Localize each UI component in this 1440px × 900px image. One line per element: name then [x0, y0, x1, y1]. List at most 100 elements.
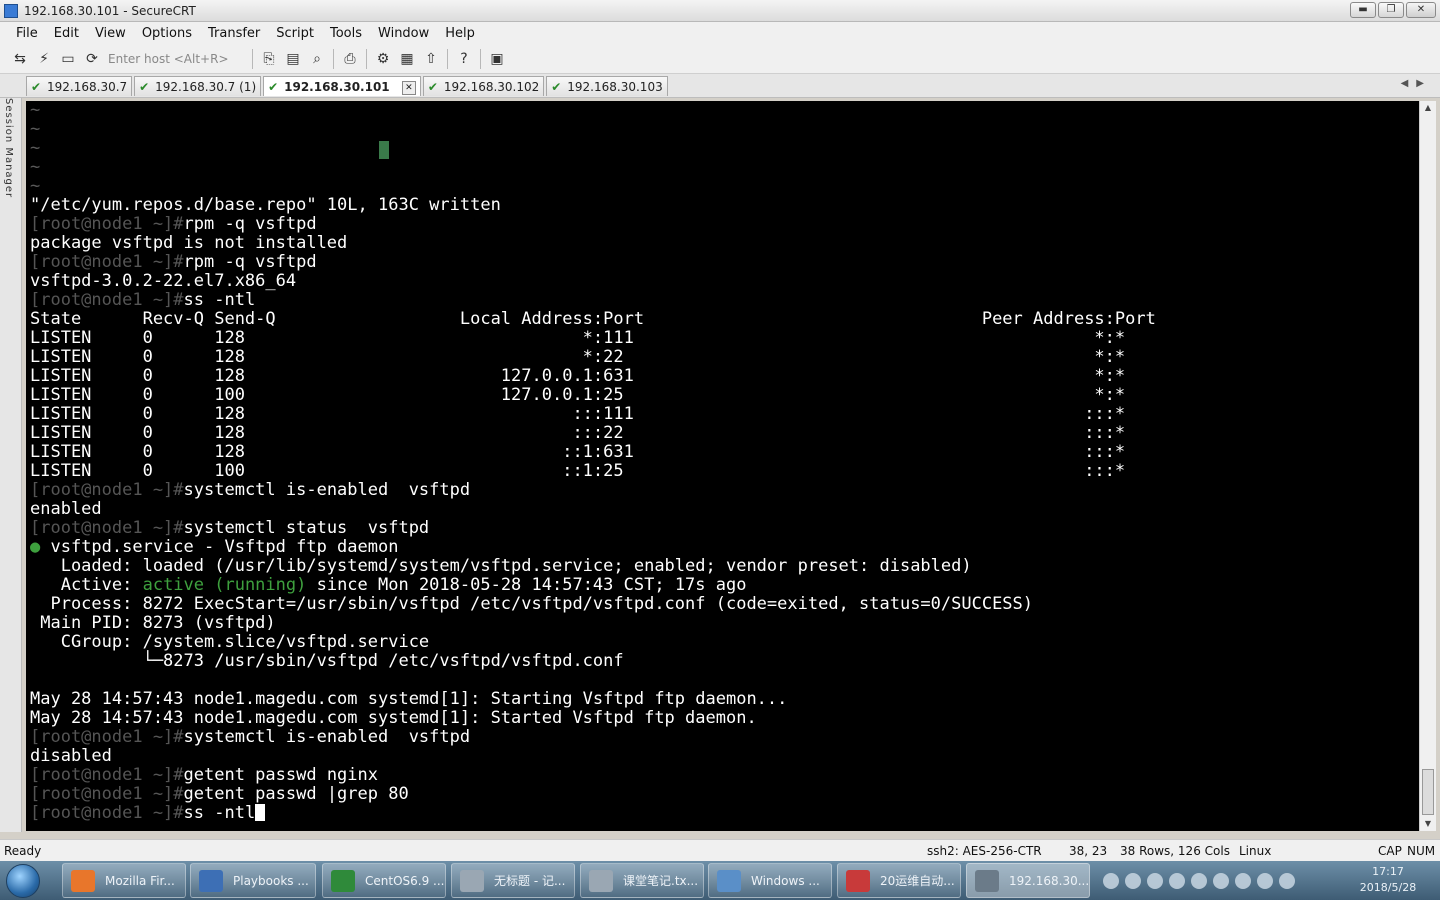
connected-check-icon: ✔ [31, 80, 42, 94]
tray-icon[interactable] [1213, 872, 1229, 889]
status-num-lock: NUM [1407, 844, 1436, 858]
vim-tilde-line: ~ [30, 119, 41, 139]
menu-tools[interactable]: Tools [322, 26, 370, 41]
shell-prompt: [root@node1 ~]# [30, 214, 184, 234]
shell-prompt: [root@node1 ~]# [30, 252, 184, 272]
output-line: since Mon 2018-05-28 14:57:43 CST; 17s a… [306, 575, 747, 595]
tray-icon[interactable] [1103, 872, 1119, 889]
securecrt-icon [975, 870, 999, 892]
menu-help[interactable]: Help [437, 26, 483, 41]
start-button[interactable] [6, 864, 40, 898]
status-cursor-position: 38, 23 [1069, 844, 1108, 858]
print-icon[interactable]: ⎙ [340, 49, 360, 69]
output-line: Loaded: loaded (/usr/lib/systemd/system/… [30, 556, 972, 576]
shell-prompt: [root@node1 ~]# [30, 765, 184, 785]
menu-edit[interactable]: Edit [46, 26, 87, 41]
keymap-icon[interactable]: ▦ [397, 49, 417, 69]
tray-icon[interactable] [1125, 872, 1141, 889]
menu-file[interactable]: File [8, 26, 46, 41]
connected-check-icon: ✔ [551, 80, 562, 94]
tab-label: 192.168.30.103 [567, 80, 663, 94]
vim-tilde-line: ~ [30, 176, 41, 196]
taskbar-item-playbooks[interactable]: Playbooks ... [190, 863, 316, 898]
taskbar-item-label: Playbooks ... [233, 874, 309, 888]
taskbar-item-windows[interactable]: Windows ... [708, 863, 832, 898]
taskbar-item-centos[interactable]: CentOS6.9 ... [322, 863, 446, 898]
terminal-cursor [255, 804, 266, 821]
output-line: "/etc/yum.repos.d/base.repo" 10L, 163C w… [30, 195, 501, 215]
quick-connect-icon[interactable]: ⚡ [34, 49, 54, 69]
tray-icon[interactable] [1169, 872, 1185, 889]
taskbar-item-pdf[interactable]: 20运维自动... [837, 863, 961, 898]
copy-icon[interactable]: ⎘ [259, 49, 279, 69]
playbooks-icon [199, 870, 223, 892]
firefox-icon [71, 870, 95, 892]
terminal-scrollbar[interactable]: ▲ ▼ [1419, 101, 1436, 831]
toolbar-separator [366, 48, 367, 69]
menu-transfer[interactable]: Transfer [200, 26, 268, 41]
tray-icon[interactable] [1147, 872, 1163, 889]
minimize-button[interactable]: ▬ [1350, 2, 1376, 18]
toolbar-separator [480, 48, 481, 69]
find-icon[interactable]: ⌕ [307, 49, 327, 69]
scroll-thumb[interactable] [1422, 769, 1434, 815]
service-active-status: active (running) [142, 575, 307, 595]
taskbar-item-securecrt[interactable]: 192.168.30... [966, 863, 1090, 898]
maximize-button[interactable]: ❐ [1378, 2, 1404, 18]
status-bar: Ready ssh2: AES-256-CTR 38, 23 38 Rows, … [0, 839, 1440, 861]
taskbar-clock[interactable]: 17:17 2018/5/28 [1358, 864, 1418, 896]
menu-options[interactable]: Options [134, 26, 200, 41]
tab-192-168-30-7[interactable]: ✔ 192.168.30.7 [26, 76, 133, 96]
toolbar: ⇆ ⚡ ▭ ⟳ Enter host <Alt+R> ⎘ ▤ ⌕ ⎙ ⚙ ▦ ⇧… [0, 44, 1440, 74]
volume-icon[interactable] [1279, 872, 1295, 889]
session-tab-bar: ✔ 192.168.30.7 ✔ 192.168.30.7 (1) ✔ 192.… [0, 74, 1440, 98]
menu-view[interactable]: View [87, 26, 134, 41]
tab-192-168-30-7-1[interactable]: ✔ 192.168.30.7 (1) [134, 76, 262, 96]
vim-tilde-line: ~ [30, 138, 41, 158]
scroll-down-icon[interactable]: ▼ [1420, 817, 1436, 831]
tab-192-168-30-101[interactable]: ✔ 192.168.30.101 ✕ [263, 76, 421, 96]
clock-time: 17:17 [1372, 865, 1404, 878]
taskbar-item-firefox[interactable]: Mozilla Fir... [62, 863, 186, 898]
taskbar-item-label: 192.168.30... [1009, 874, 1090, 888]
sftp-icon[interactable]: ⇧ [421, 49, 441, 69]
shell-prompt: [root@node1 ~]# [30, 480, 184, 500]
tab-close-icon[interactable]: ✕ [401, 80, 416, 95]
windows-folder-icon [717, 870, 741, 892]
command-line: getent passwd nginx [183, 765, 378, 785]
host-input[interactable]: Enter host <Alt+R> [104, 50, 248, 68]
taskbar-item-notepad[interactable]: 无标题 - 记... [451, 863, 575, 898]
session-manager-panel[interactable]: Session Manager [0, 98, 22, 832]
connect-icon[interactable]: ⇆ [10, 49, 30, 69]
output-line: disabled [30, 746, 112, 766]
connected-check-icon: ✔ [139, 80, 150, 94]
status-terminal-size: 38 Rows, 126 Cols [1120, 844, 1230, 858]
terminal-output: ~ ~ ~ ~ ~ "/etc/yum.repos.d/base.repo" 1… [26, 101, 1419, 823]
tray-icon[interactable] [1191, 872, 1207, 889]
output-line: package vsftpd is not installed [30, 233, 348, 253]
command-line: systemctl is-enabled vsftpd [183, 727, 471, 747]
tray-icon[interactable] [1257, 872, 1273, 889]
output-line: LISTEN 0 128 ::1:631 :::* [30, 442, 1126, 462]
close-button[interactable]: ✕ [1406, 2, 1436, 18]
status-ready: Ready [4, 844, 42, 858]
tab-scroll-arrows[interactable]: ◀▶ [1401, 78, 1432, 89]
reconnect-icon[interactable]: ⟳ [82, 49, 102, 69]
settings-icon[interactable]: ⚙ [373, 49, 393, 69]
scroll-up-icon[interactable]: ▲ [1420, 101, 1436, 115]
menu-script[interactable]: Script [268, 26, 322, 41]
taskbar-item-label: CentOS6.9 ... [365, 874, 445, 888]
tray-icon[interactable] [1235, 872, 1251, 889]
help-icon[interactable]: ? [454, 49, 474, 69]
taskbar-item-notes[interactable]: 课堂笔记.tx... [580, 863, 704, 898]
command-line: ss -ntl [183, 803, 256, 823]
command-line: systemctl is-enabled vsftpd [183, 480, 471, 500]
tab-192-168-30-102[interactable]: ✔ 192.168.30.102 [422, 76, 545, 96]
tab-label: 192.168.30.101 [284, 80, 390, 94]
terminal-screen[interactable]: ~ ~ ~ ~ ~ "/etc/yum.repos.d/base.repo" 1… [26, 101, 1419, 831]
session-icon[interactable]: ▣ [487, 49, 507, 69]
paste-icon[interactable]: ▤ [283, 49, 303, 69]
tab-192-168-30-103[interactable]: ✔ 192.168.30.103 [546, 76, 668, 96]
connect-tab-icon[interactable]: ▭ [58, 49, 78, 69]
menu-window[interactable]: Window [370, 26, 437, 41]
